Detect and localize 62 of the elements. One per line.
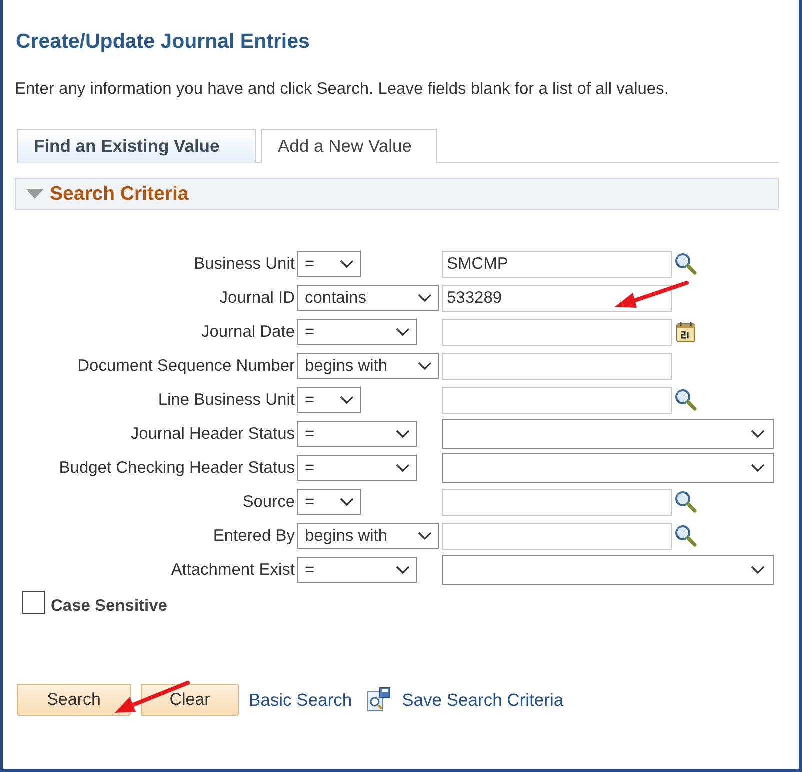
page-title: Create/Update Journal Entries: [16, 30, 311, 54]
field-label: Journal Header Status: [130, 424, 295, 444]
tab[interactable]: Find an Existing Value: [17, 129, 256, 163]
field-label: Line Business Unit: [157, 390, 295, 410]
link[interactable]: Basic Search: [249, 690, 352, 710]
field-label: Business Unit: [193, 254, 295, 274]
value-dropdown[interactable]: [442, 419, 774, 449]
field-label: Source: [242, 492, 295, 512]
text-field[interactable]: [442, 352, 672, 380]
checkbox[interactable]: [22, 591, 45, 614]
field-label: Journal Date: [200, 322, 295, 342]
chevron-down-icon: [396, 464, 410, 472]
operator-dropdown[interactable]: begins with: [297, 353, 439, 379]
field-label: Entered By: [212, 526, 295, 546]
chevron-down-icon: [340, 260, 354, 268]
text-field[interactable]: [442, 386, 672, 414]
field-label: Attachment Exist: [170, 560, 295, 580]
operator-dropdown[interactable]: =: [297, 489, 361, 515]
operator-dropdown[interactable]: =: [297, 557, 417, 583]
chevron-down-icon: [751, 464, 765, 472]
chevron-down-icon: [751, 430, 765, 438]
chevron-down-icon: [340, 498, 354, 506]
collapse-triangle-icon[interactable]: [26, 189, 44, 199]
chevron-down-icon: [418, 532, 432, 540]
field-label: Document Sequence Number: [76, 356, 295, 376]
search-icon[interactable]: [674, 252, 698, 276]
value-dropdown[interactable]: [442, 555, 774, 585]
chevron-down-icon: [418, 362, 432, 370]
operator-dropdown[interactable]: contains: [297, 285, 439, 311]
text-field[interactable]: [442, 522, 672, 550]
operator-dropdown[interactable]: =: [297, 319, 417, 345]
chevron-down-icon: [396, 430, 410, 438]
chevron-down-icon: [396, 328, 410, 336]
chevron-down-icon: [418, 294, 432, 302]
section-title: Search Criteria: [50, 182, 189, 206]
field-label: Budget Checking Header Status: [58, 458, 295, 478]
operator-dropdown[interactable]: begins with: [297, 523, 439, 549]
document-search-icon[interactable]: [366, 687, 392, 713]
search-icon[interactable]: [674, 524, 698, 548]
calendar-icon[interactable]: [676, 321, 696, 343]
value-dropdown[interactable]: [442, 453, 774, 483]
chevron-down-icon: [751, 566, 765, 574]
text-field[interactable]: 533289: [442, 284, 672, 312]
chevron-down-icon: [396, 566, 410, 574]
link[interactable]: Save Search Criteria: [402, 690, 564, 710]
chevron-down-icon: [340, 396, 354, 404]
checkbox-label: Case Sensitive: [51, 597, 168, 616]
operator-dropdown[interactable]: =: [297, 387, 361, 413]
clear-button[interactable]: Clear: [141, 684, 239, 716]
tab[interactable]: Add a New Value: [261, 129, 437, 163]
text-field[interactable]: SMCMP: [442, 250, 672, 278]
text-field[interactable]: [442, 318, 672, 346]
section-header[interactable]: Search Criteria: [15, 178, 779, 210]
operator-dropdown[interactable]: =: [297, 421, 417, 447]
instruction-text: Enter any information you have and click Search. Leave fields blank for a list of all values.: [15, 80, 670, 99]
text-field[interactable]: [442, 488, 672, 516]
search-icon[interactable]: [674, 388, 698, 412]
search-button[interactable]: Search: [17, 684, 131, 716]
operator-dropdown[interactable]: =: [297, 455, 417, 481]
field-label: Journal ID: [218, 288, 295, 308]
operator-dropdown[interactable]: =: [297, 251, 361, 277]
search-icon[interactable]: [674, 490, 698, 514]
